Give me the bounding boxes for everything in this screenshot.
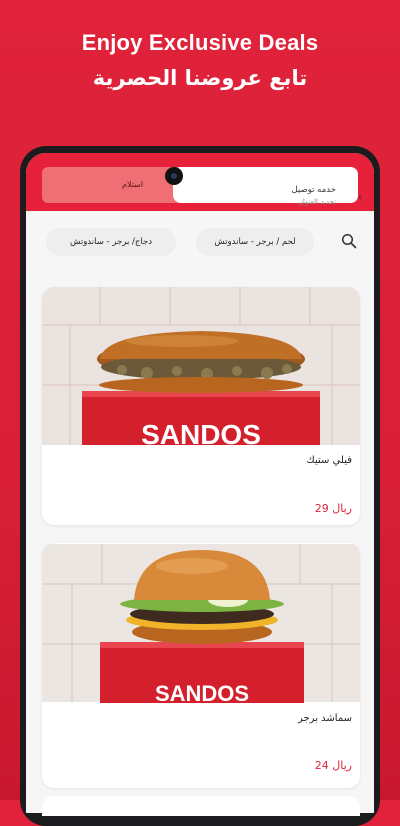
category-chip-chicken[interactable]: دجاج/ برجر - ساندوتش — [46, 228, 176, 256]
category-chip-beef[interactable]: لحم / برجر - ساندوتش — [196, 228, 314, 256]
search-icon[interactable] — [341, 233, 357, 249]
product-card-peek[interactable] — [42, 796, 360, 816]
box-brand-text: SANDOS — [141, 419, 261, 445]
product-image: SANDOS — [42, 287, 360, 445]
chevron-left-icon: ‹ — [358, 192, 362, 203]
promo-title-ar: تابع عروضنا الحصرية — [92, 66, 308, 90]
product-card[interactable]: SANDOS فيلي ستيك 29 ريال — [42, 287, 360, 525]
product-card[interactable]: SANDOS سماشد برجر 24 ريال — [42, 543, 360, 788]
front-camera — [165, 167, 183, 185]
promo-title-en: Enjoy Exclusive Deals — [81, 30, 319, 55]
order-mode-bar: استلام خدمه توصيل تحديد العنوان ‹ — [26, 153, 374, 211]
delivery-address-label: تحديد العنوان — [297, 198, 336, 206]
pickup-option[interactable] — [42, 167, 173, 203]
product-price: 29 ريال — [314, 502, 352, 515]
product-name: فيلي ستيك — [306, 455, 352, 466]
delivery-option[interactable]: خدمه توصيل تحديد العنوان ‹ — [173, 167, 362, 206]
product-name: سماشد برجر — [297, 713, 352, 724]
product-price: 24 ريال — [314, 759, 352, 772]
box-brand-text: SANDOS — [155, 681, 249, 703]
product-image: SANDOS — [42, 544, 360, 703]
delivery-label: خدمه توصيل — [291, 185, 336, 195]
pickup-label: استلام — [122, 180, 144, 189]
